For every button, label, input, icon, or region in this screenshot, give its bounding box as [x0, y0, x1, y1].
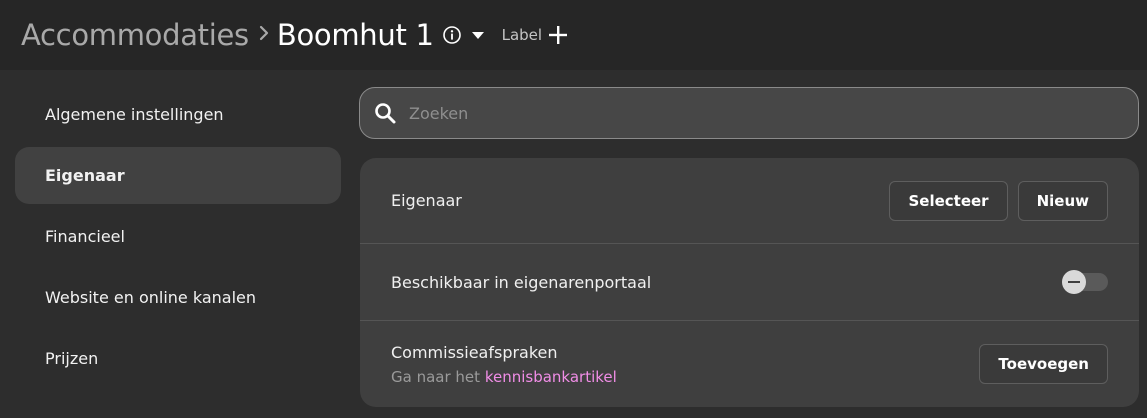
add-label-button[interactable]: Label: [502, 25, 568, 45]
chevron-right-icon: [259, 25, 268, 41]
sidebar-item-prijzen[interactable]: Prijzen: [15, 330, 341, 387]
plus-icon: [548, 25, 568, 45]
header: Accommodaties Boomhut 1 Label: [0, 0, 1147, 70]
sidebar-item-algemene-instellingen[interactable]: Algemene instellingen: [15, 86, 341, 143]
sidebar-item-label: Eigenaar: [45, 166, 125, 185]
breadcrumb-separator: [259, 24, 269, 46]
search-input[interactable]: [409, 88, 1138, 138]
commission-row: Commissieafspraken Ga naar het kennisban…: [360, 321, 1139, 407]
sidebar: Algemene instellingen Eigenaar Financiee…: [15, 86, 341, 391]
knowledge-base-link[interactable]: kennisbankartikel: [485, 368, 617, 386]
sidebar-item-label: Website en online kanalen: [45, 288, 256, 307]
sidebar-item-website-en-online-kanalen[interactable]: Website en online kanalen: [15, 269, 341, 326]
owner-portal-toggle[interactable]: [1062, 270, 1108, 294]
sidebar-item-label: Prijzen: [45, 349, 99, 368]
caret-down-icon[interactable]: [471, 30, 485, 40]
owner-portal-label: Beschikbaar in eigenarenportaal: [391, 272, 652, 292]
owner-settings-card: Eigenaar Selecteer Nieuw Beschikbaar in …: [360, 158, 1139, 407]
search-bar: [359, 87, 1139, 139]
commission-hint-prefix: Ga naar het: [391, 367, 481, 386]
sidebar-item-label: Algemene instellingen: [45, 105, 224, 124]
toggle-knob: [1062, 270, 1086, 294]
breadcrumb-parent[interactable]: Accommodaties: [21, 18, 249, 52]
select-owner-button[interactable]: Selecteer: [889, 180, 1008, 221]
add-commission-button[interactable]: Toevoegen: [979, 344, 1108, 384]
add-label-text: Label: [501, 26, 543, 44]
owner-row: Eigenaar Selecteer Nieuw: [360, 158, 1139, 244]
commission-hint: Ga naar het kennisbankartikel: [391, 368, 617, 386]
owner-label: Eigenaar: [391, 191, 462, 210]
search-icon: [373, 101, 397, 125]
commission-text: Commissieafspraken Ga naar het kennisban…: [391, 343, 617, 386]
commission-actions: Toevoegen: [979, 344, 1108, 384]
commission-label: Commissieafspraken: [391, 342, 558, 362]
new-owner-button[interactable]: Nieuw: [1017, 180, 1108, 221]
sidebar-item-label: Financieel: [45, 227, 125, 246]
sidebar-item-eigenaar[interactable]: Eigenaar: [15, 147, 341, 204]
page-title: Boomhut 1: [276, 18, 434, 52]
sidebar-item-financieel[interactable]: Financieel: [15, 208, 341, 265]
minus-icon: [1068, 281, 1080, 283]
owner-portal-row: Beschikbaar in eigenarenportaal: [360, 244, 1139, 321]
info-icon[interactable]: [442, 25, 462, 45]
owner-actions: Selecteer Nieuw: [889, 180, 1108, 221]
